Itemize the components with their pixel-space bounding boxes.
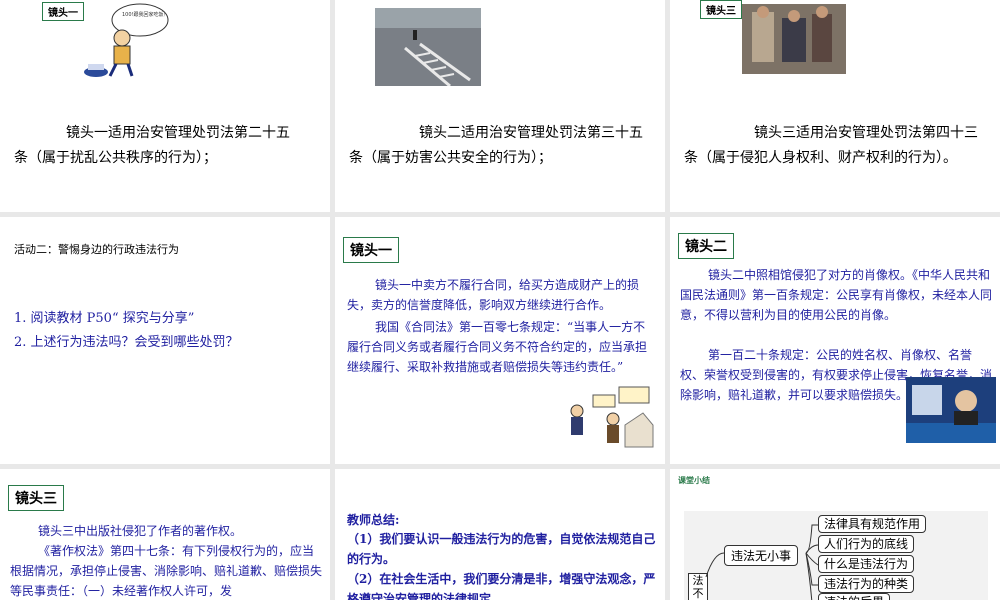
slide-5[interactable]: 镜头一 镜头一中卖方不履行合同，给买方造成财产上的损失，卖方的信誉度降低，影响双… [335, 217, 665, 464]
scene-label: 镜头三 [8, 485, 64, 511]
activity-item-1: 1. 阅读教材 P50“ 探究与分享” [14, 311, 195, 326]
slide-5-paragraph-1: 镜头一中卖方不履行合同，给买方造成财产上的损失，卖方的信誉度降低，影响双方继续进… [347, 278, 640, 312]
summary-title: 教师总结: [347, 513, 400, 527]
slide-3[interactable]: 镜头三 镜头三适用治安管理处罚法第四十三 条（属于侵犯人身权利、财产权利的行为）… [670, 0, 1000, 212]
slide-6-paragraph-1: 镜头二中照相馆侵犯了对方的肖像权。《中华人民共和国民法通则》第一百条规定：公民享… [680, 268, 993, 322]
slide-1-text-line-2: 条（属于扰乱公共秩序的行为）； [14, 150, 217, 166]
activity-title: 活动二：警惕身边的行政违法行为 [14, 243, 179, 256]
slide-2-text-line-1: 镜头二适用治安管理处罚法第三十五 [419, 125, 643, 141]
speech-bubble-text: 100!跟我回家吃饭！ [122, 11, 169, 18]
slide-2[interactable]: 镜头二适用治安管理处罚法第三十五 条（属于妨害公共安全的行为）； [335, 0, 665, 212]
summary-point-2: （2）在社会生活中，我们要分清是非，增强守法观念，严格遵守治安管理的法律规定。 [347, 572, 656, 600]
slide-6[interactable]: 镜头二 镜头二中照相馆侵犯了对方的肖像权。《中华人民共和国民法通则》第一百条规定… [670, 217, 1000, 464]
slide-7[interactable]: 镜头三 镜头三中出版社侵犯了作者的著作权。 《著作权法》第四十七条：有下列侵权行… [0, 469, 330, 600]
scene-label: 镜头一 [343, 237, 399, 263]
slide-7-paragraph-2: 《著作权法》第四十七条：有下列侵权行为的，应当根据情况，承担停止侵害、消除影响、… [10, 544, 323, 598]
slide-1[interactable]: 镜头一 100!跟我回家吃饭！ 镜头一适用治安管理处罚法第二十五 条（属于扰乱公… [0, 0, 330, 212]
slide-8[interactable]: 教师总结: （1）我们要认识一般违法行为的危害，自觉依法规范自己的行为。 （2）… [335, 469, 665, 600]
slide-9[interactable]: 课堂小结 法不可违 违法无小事 法律具有规范作用人们行为的底线什么是违法行为违法… [670, 469, 1000, 600]
mind-map-leaf: 人们行为的底线 [818, 535, 915, 553]
slide-5-paragraph-2: 我国《合同法》第一百零七条规定：“当事人一方不履行合同义务或者履行合同义务不符合… [347, 320, 648, 374]
slide-3-text-line-2: 条（属于侵犯人身权利、财产权利的行为）。 [684, 150, 957, 166]
activity-item-2: 2. 上述行为违法吗？会受到哪些处罚？ [14, 335, 239, 350]
slide-7-paragraph-1: 镜头三中出版社侵犯了作者的著作权。 [38, 524, 243, 538]
road-crossing-photo [375, 8, 481, 86]
tv-portrait-photo [906, 377, 996, 443]
mind-map-leaf: 什么是违法行为 [818, 555, 915, 573]
mind-map-leaf: 违法的后果 [818, 593, 891, 600]
scene-label: 镜头三 [700, 0, 742, 19]
cartoon-scene-image: 100!跟我回家吃饭！ [84, 3, 169, 77]
contract-dispute-cartoon [570, 386, 654, 448]
slide-4[interactable]: 活动二：警惕身边的行政违法行为 1. 阅读教材 P50“ 探究与分享” 2. 上… [0, 217, 330, 464]
summary-point-1: （1）我们要认识一般违法行为的危害，自觉依法规范自己的行为。 [347, 532, 656, 566]
scene-label: 镜头一 [42, 2, 84, 21]
scene-label: 镜头二 [678, 233, 734, 259]
slide-3-text-line-1: 镜头三适用治安管理处罚法第四十三 [754, 125, 978, 141]
slide-1-text-line-1: 镜头一适用治安管理处罚法第二十五 [66, 125, 290, 141]
mind-map-leaf: 违法行为的种类 [818, 575, 915, 593]
street-fight-photo [742, 4, 846, 74]
mind-map-leaf: 法律具有规范作用 [818, 515, 927, 533]
slide-2-text-line-2: 条（属于妨害公共安全的行为）； [349, 150, 552, 166]
